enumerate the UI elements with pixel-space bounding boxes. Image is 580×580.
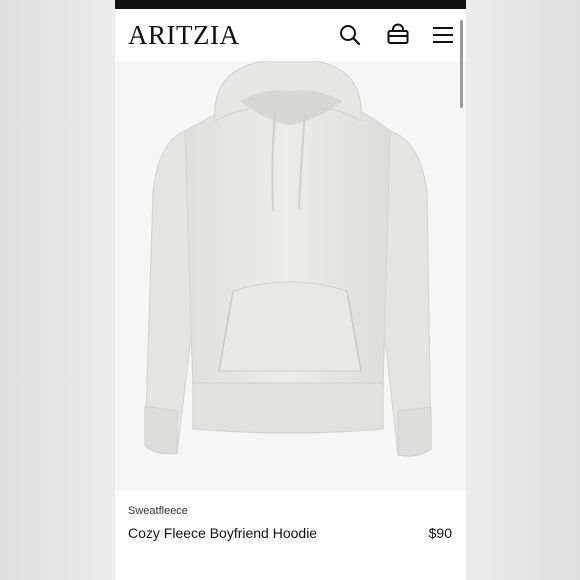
menu-icon (433, 27, 453, 43)
brand-logo[interactable]: ARITZIA (128, 21, 239, 49)
hoodie-illustration (144, 61, 432, 457)
cart-button[interactable] (385, 22, 411, 48)
status-bar (115, 0, 466, 9)
product-image[interactable] (115, 61, 466, 491)
search-button[interactable] (337, 22, 363, 48)
phone-screen: ARITZIA Sweatfleece Cozy Fleece Boyfrien… (115, 0, 466, 580)
product-price: $90 (428, 525, 452, 541)
site-header: ARITZIA (115, 9, 466, 61)
product-name[interactable]: Cozy Fleece Boyfriend Hoodie (128, 523, 318, 543)
backdrop-right (466, 0, 580, 580)
backdrop-left (0, 0, 115, 580)
scrollbar[interactable] (460, 20, 463, 108)
search-icon (340, 25, 361, 46)
cart-icon (387, 23, 409, 44)
product-info: Sweatfleece Cozy Fleece Boyfriend Hoodie… (115, 491, 466, 580)
menu-button[interactable] (430, 22, 456, 48)
product-brand: Sweatfleece (128, 505, 188, 517)
